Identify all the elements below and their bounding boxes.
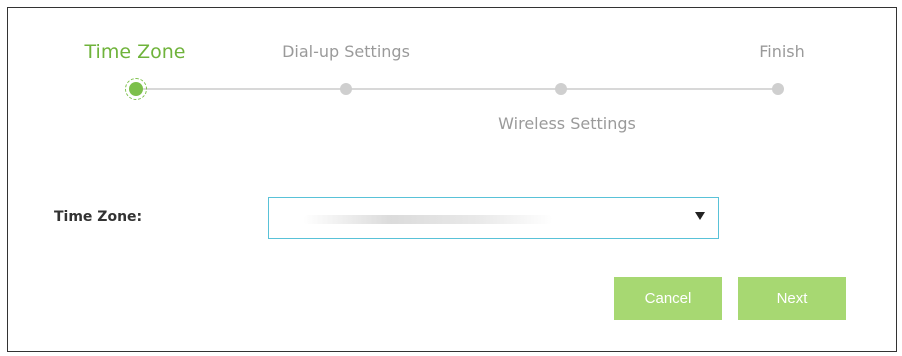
step-label-dial-up-settings: Dial-up Settings xyxy=(282,42,410,61)
step-dot-wireless-settings xyxy=(555,83,567,95)
step-dot-finish xyxy=(772,83,784,95)
step-dot-dial-up-settings xyxy=(340,83,352,95)
time-zone-label: Time Zone: xyxy=(54,209,143,225)
step-label-finish: Finish xyxy=(759,42,805,61)
time-zone-select-blurred-value xyxy=(303,215,553,224)
wizard-progress-track xyxy=(138,88,780,90)
caret-down-icon[interactable] xyxy=(695,212,705,220)
step-dot-time-zone xyxy=(129,82,143,96)
cancel-button[interactable]: Cancel xyxy=(614,277,722,320)
step-label-wireless-settings: Wireless Settings xyxy=(498,114,636,133)
time-zone-select[interactable] xyxy=(268,197,719,239)
next-button[interactable]: Next xyxy=(738,277,846,320)
step-label-time-zone: Time Zone xyxy=(84,41,186,63)
